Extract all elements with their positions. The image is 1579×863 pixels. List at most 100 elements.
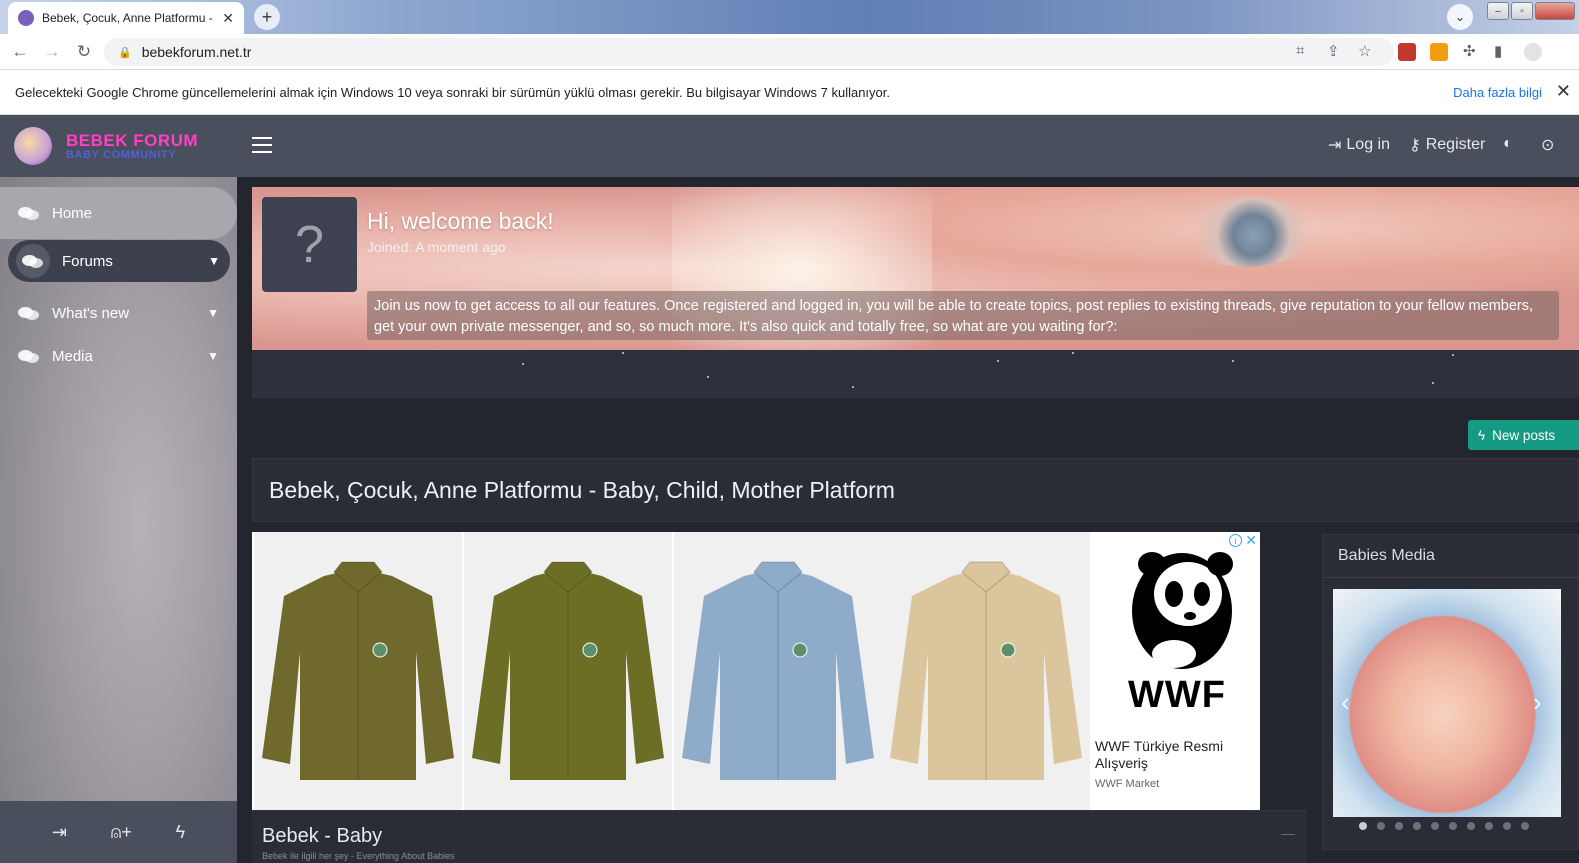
carousel-dot[interactable] (1503, 822, 1511, 830)
collapse-icon[interactable]: — (1281, 825, 1295, 841)
back-arrow-icon[interactable]: ← (8, 40, 32, 64)
maximize-icon[interactable]: ▫ (1511, 2, 1533, 20)
carousel-dot[interactable] (1431, 822, 1439, 830)
ad-product-image[interactable] (254, 532, 462, 810)
bolt-icon[interactable]: ϟ (176, 822, 186, 843)
ad-close-icon[interactable]: ✕ (1245, 532, 1257, 549)
new-posts-label: New posts (1492, 427, 1556, 443)
new-tab-button[interactable]: + (254, 4, 280, 30)
address-bar: ← → ↻ 🔒 bebekforum.net.tr ⌗ ⇪ ☆ ✣ ▮ (0, 34, 1579, 70)
new-posts-button[interactable]: ϟ New posts (1468, 420, 1579, 450)
carousel-dot[interactable] (1395, 822, 1403, 830)
url-text: bebekforum.net.tr (141, 44, 252, 60)
login-label: Log in (1346, 136, 1390, 153)
baby-logo-icon (14, 127, 52, 165)
browser-tab-strip: Bebek, Çocuk, Anne Platformu - B ✕ + ⌄ –… (0, 0, 1579, 34)
welcome-heading: Hi, welcome back! (367, 208, 554, 234)
chat-bubbles-icon (18, 305, 40, 321)
palette-icon[interactable]: ◐ (1503, 135, 1513, 153)
bookmark-star-icon[interactable]: ☆ (1358, 42, 1371, 60)
ad-product-image[interactable] (674, 532, 882, 810)
extension-icon[interactable] (1398, 43, 1416, 61)
lock-icon[interactable]: 🔒 (118, 46, 132, 59)
chevron-down-icon[interactable]: ▼ (207, 349, 219, 363)
bolt-icon: ϟ (1478, 427, 1486, 443)
sidebar-item-whats-new[interactable]: What's new ▼ (0, 292, 237, 334)
category-title[interactable]: Bebek - Baby (262, 825, 382, 848)
carousel-dot[interactable] (1359, 822, 1367, 830)
site-header: ⇥ Log in ⚷ Register ◐ ⊙ (237, 115, 1579, 177)
carousel-dot[interactable] (1449, 822, 1457, 830)
infobar-message: Gelecekteki Google Chrome güncellemeleri… (15, 84, 890, 100)
widget-title: Babies Media (1338, 547, 1435, 564)
wwf-logo-text: WWF (1128, 674, 1226, 716)
minimize-icon[interactable]: – (1487, 2, 1509, 20)
extension-icon[interactable] (1430, 43, 1448, 61)
advertisement[interactable]: WWF WWF Türkiye Resmi Alışveriş WWF Mark… (252, 532, 1260, 810)
hamburger-menu-icon[interactable] (252, 137, 272, 153)
chevron-down-icon[interactable]: ▼ (208, 254, 220, 268)
sidebar-item-media[interactable]: Media ▼ (0, 335, 237, 377)
panda-logo-icon (1132, 552, 1233, 669)
side-panel-icon[interactable]: ▮ (1494, 42, 1502, 60)
welcome-banner: ? Hi, welcome back! Joined: A moment ago… (252, 187, 1579, 350)
category-description: Bebek ile ilgili her şey - Everything Ab… (262, 851, 455, 861)
theme-toggle-icon[interactable]: ⊙ (1541, 135, 1554, 155)
translate-icon[interactable]: ⌗ (1296, 42, 1304, 59)
register-promo-text: Join us now to get access to all our fea… (367, 291, 1559, 340)
logo-subtitle: BABY COMMUNITY (66, 148, 177, 161)
forward-arrow-icon[interactable]: → (40, 40, 64, 64)
share-icon[interactable]: ⇪ (1327, 42, 1340, 60)
tab-search-chevron-icon[interactable]: ⌄ (1447, 4, 1473, 30)
ad-advertiser-title[interactable]: WWF Türkiye Resmi Alışveriş (1095, 738, 1255, 772)
banner-footer-band (252, 350, 1579, 398)
ad-advertiser-subtitle: WWF Market (1095, 778, 1160, 790)
forum-category: Bebek - Baby — Bebek ile ilgili her şey … (252, 810, 1307, 863)
infobar-close-icon[interactable]: ✕ (1556, 81, 1571, 102)
site-logo[interactable]: BEBEK FORUM BABY COMMUNITY (0, 115, 237, 177)
carousel-prev-icon[interactable]: ‹ (1341, 687, 1350, 718)
tab-close-icon[interactable]: ✕ (222, 10, 234, 27)
ad-product-image[interactable] (882, 532, 1090, 810)
key-icon: ⚷ (1409, 137, 1421, 154)
page-title: Bebek, Çocuk, Anne Platformu - Baby, Chi… (269, 476, 895, 503)
avatar: ? (262, 197, 357, 292)
register-label: Register (1425, 136, 1486, 153)
sidebar-item-label: Media (52, 347, 93, 365)
register-link[interactable]: ⚷ Register (1409, 135, 1485, 155)
login-link[interactable]: ⇥ Log in (1328, 135, 1390, 155)
carousel-dot[interactable] (1521, 822, 1529, 830)
babies-media-widget: Babies Media ‹ › (1322, 534, 1579, 850)
chat-bubbles-icon (18, 205, 40, 221)
extensions-puzzle-icon[interactable]: ✣ (1463, 42, 1476, 60)
carousel-dots (1359, 822, 1529, 830)
sidebar: BEBEK FORUM BABY COMMUNITY Home Forums ▼… (0, 115, 237, 863)
login-icon: ⇥ (1328, 137, 1342, 154)
carousel-dot[interactable] (1467, 822, 1475, 830)
sidebar-item-forums[interactable]: Forums ▼ (8, 240, 230, 282)
browser-tab[interactable]: Bebek, Çocuk, Anne Platformu - B ✕ (8, 2, 244, 34)
reload-icon[interactable]: ↻ (72, 40, 96, 64)
media-slide-image[interactable] (1333, 589, 1561, 817)
chat-bubbles-icon (18, 348, 40, 364)
omnibox[interactable]: 🔒 bebekforum.net.tr (104, 38, 1394, 66)
carousel-dot[interactable] (1377, 822, 1385, 830)
carousel-dot[interactable] (1413, 822, 1421, 830)
close-window-icon[interactable] (1535, 2, 1575, 20)
profile-avatar-icon[interactable] (1524, 43, 1542, 61)
logo-title: BEBEK FORUM (66, 130, 199, 150)
add-user-icon[interactable]: ⍝+ (111, 822, 132, 843)
sidebar-item-home[interactable]: Home (0, 187, 237, 239)
ad-info-icon[interactable]: i (1229, 534, 1242, 547)
login-icon[interactable]: ⇥ (52, 822, 67, 843)
infobar-learn-more-link[interactable]: Daha fazla bilgi (1453, 85, 1542, 100)
tab-title: Bebek, Çocuk, Anne Platformu - B (42, 11, 215, 25)
site-favicon-icon (18, 10, 34, 26)
sidebar-footer: ⇥ ⍝+ ϟ (0, 801, 237, 863)
carousel-dot[interactable] (1485, 822, 1493, 830)
chevron-down-icon[interactable]: ▼ (207, 306, 219, 320)
joined-text: Joined: A moment ago (367, 239, 506, 255)
ad-product-image[interactable] (464, 532, 672, 810)
carousel-next-icon[interactable]: › (1533, 687, 1542, 718)
sidebar-item-label: What's new (52, 304, 130, 322)
